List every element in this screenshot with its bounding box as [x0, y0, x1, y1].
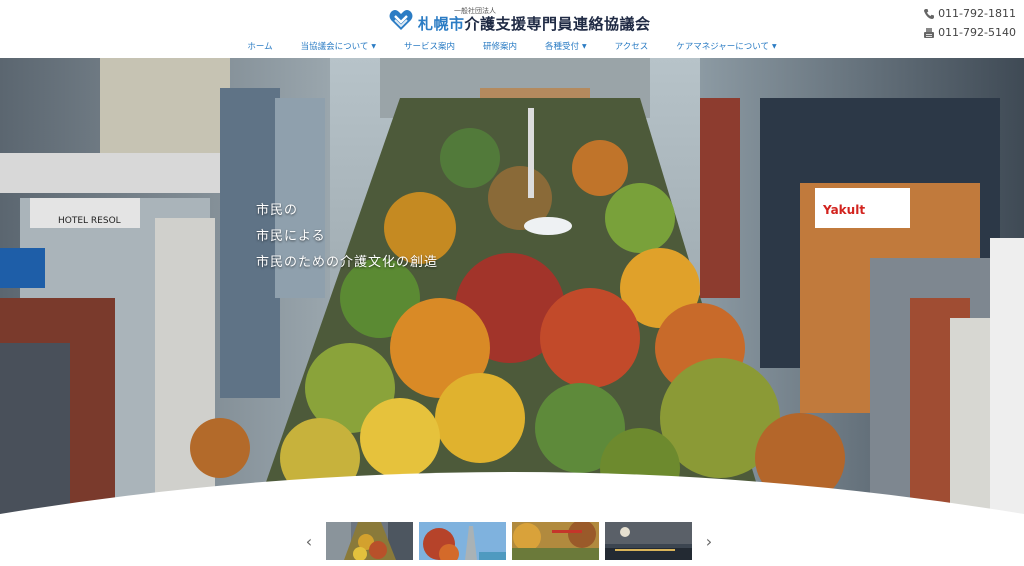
nav-access[interactable]: アクセス: [601, 40, 663, 52]
org-name-prefix: 札幌市: [418, 15, 465, 33]
thumbnail-list: [326, 522, 692, 560]
fax-number: 011-792-5140: [938, 26, 1016, 39]
fax-icon: [924, 27, 935, 38]
site-header: 一般社団法人 札幌市介護支援専門員連絡協議会 011-792-1811 011-…: [0, 0, 1024, 58]
nav-training[interactable]: 研修案内: [469, 40, 531, 52]
phone-row[interactable]: 011-792-1811: [923, 4, 1016, 23]
tagline-line-1: 市民の: [256, 203, 299, 218]
chevron-right-icon[interactable]: ›: [700, 532, 718, 551]
nav-services[interactable]: サービス案内: [390, 40, 469, 52]
nav-services-label: サービス案内: [403, 42, 455, 52]
nav-home[interactable]: ホーム: [233, 40, 286, 52]
org-name-rest: 介護支援専門員連絡協議会: [464, 15, 651, 33]
hero-slider: HOTEL RESOL Yakult 市民の 市民による 市民のための介護文化の…: [0, 58, 1024, 528]
nav-care-manager[interactable]: ケアマネジャーについて ▼: [662, 40, 790, 52]
nav-about[interactable]: 当協議会について ▼: [287, 40, 390, 52]
yakult-sign: Yakult: [822, 203, 865, 217]
contact-info: 011-792-1811 011-792-5140: [923, 4, 1016, 42]
hero-city-park-image: HOTEL RESOL Yakult: [0, 58, 1024, 528]
tagline-line-2: 市民による: [256, 229, 326, 244]
nav-reception[interactable]: 各種受付 ▼: [531, 40, 601, 52]
autumn-valley-thumbnail[interactable]: [512, 522, 599, 560]
caret-down-icon: ▼: [371, 42, 376, 50]
hotel-sign: HOTEL RESOL: [58, 216, 121, 226]
autumn-park-thumbnail[interactable]: [326, 522, 413, 560]
phone-number: 011-792-1811: [938, 7, 1016, 20]
main-nav: ホーム 当協議会について ▼ サービス案内 研修案内 各種受付 ▼ アクセス ケアマ…: [0, 40, 1024, 52]
nav-home-label: ホーム: [247, 42, 273, 52]
org-name: 札幌市介護支援専門員連絡協議会: [418, 17, 651, 32]
nav-reception-label: 各種受付: [544, 42, 579, 52]
site-logo[interactable]: 一般社団法人 札幌市介護支援専門員連絡協議会: [388, 7, 651, 33]
org-type-label: 一般社団法人: [454, 7, 496, 15]
thumbnail-carousel: ‹ ›: [300, 521, 724, 561]
nav-training-label: 研修案内: [482, 42, 517, 52]
hero-tagline: 市民の 市民による 市民のための介護文化の創造: [256, 198, 438, 276]
caret-down-icon: ▼: [772, 42, 777, 50]
heart-logo-icon: [389, 10, 413, 30]
chevron-left-icon[interactable]: ‹: [300, 532, 318, 551]
caret-down-icon: ▼: [582, 42, 587, 50]
nav-access-label: アクセス: [614, 42, 649, 52]
tagline-line-3: 市民のための介護文化の創造: [256, 255, 439, 270]
night-fireworks-thumbnail[interactable]: [605, 522, 692, 560]
tower-thumbnail[interactable]: [419, 522, 506, 560]
nav-about-label: 当協議会について: [300, 42, 369, 52]
phone-icon: [924, 8, 935, 19]
nav-care-manager-label: ケアマネジャーについて: [676, 42, 770, 52]
